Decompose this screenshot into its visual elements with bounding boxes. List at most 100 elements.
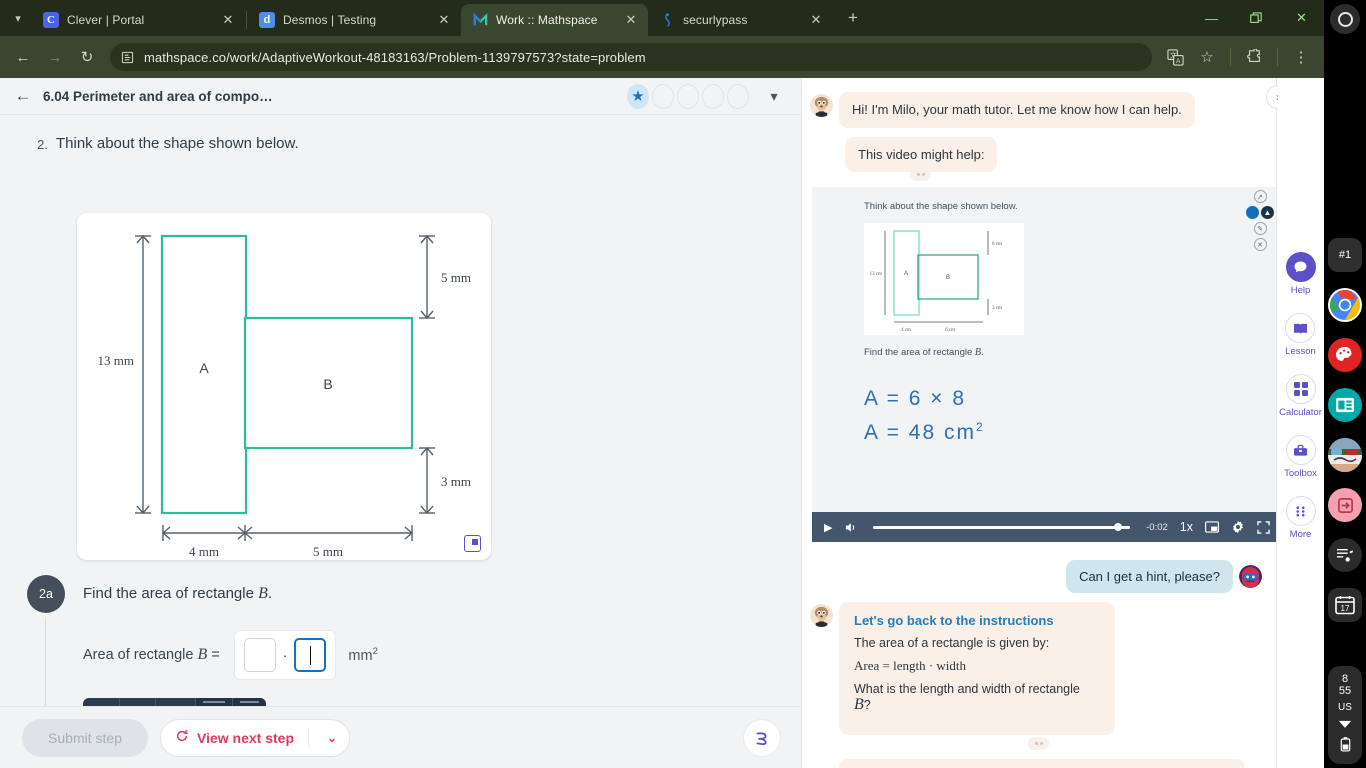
- play-button[interactable]: ▶: [824, 521, 832, 534]
- media-app[interactable]: [1328, 388, 1362, 422]
- chevron-down-icon[interactable]: ⌄: [319, 731, 345, 745]
- playback-rate-button[interactable]: 1x: [1180, 520, 1193, 534]
- chat-bubble: Hi! I'm Milo, your math tutor. Let me kn…: [839, 92, 1195, 128]
- sidebar-item-calculator[interactable]: Calculator: [1279, 374, 1322, 418]
- chat-message-bot: This video might help:: [839, 136, 1262, 173]
- pen-icon[interactable]: ✎: [1253, 222, 1267, 236]
- fullscreen-icon[interactable]: [464, 535, 481, 552]
- back-icon[interactable]: ←: [8, 42, 38, 72]
- d-rbot: 3 mm: [441, 474, 471, 489]
- tab-securlypass[interactable]: securlypass ✕: [648, 4, 833, 36]
- fraction-numerator: a: [247, 705, 253, 706]
- close-button[interactable]: ✕: [1279, 0, 1324, 36]
- star-slot-empty: [677, 83, 699, 109]
- pointer-icon[interactable]: ▲: [1261, 206, 1274, 220]
- video-progress-bar[interactable]: [873, 523, 1131, 532]
- tab-title: securlypass: [683, 13, 748, 27]
- diagram-card: 13 mm 5 mm 3 mm 4 mm 5 mm A B: [77, 213, 491, 560]
- tab-mathspace[interactable]: Work :: Mathspace ✕: [461, 4, 648, 36]
- handwriting-line-2: A = 48 cm2: [864, 420, 985, 445]
- hint-title[interactable]: Let's go back to the instructions: [854, 613, 1100, 628]
- chat-help-icon[interactable]: [1285, 252, 1316, 282]
- clock[interactable]: 8 55: [1339, 673, 1351, 697]
- gear-icon[interactable]: [1231, 520, 1245, 534]
- video-annotation-tools[interactable]: ➚ ▲ ✎ ✕: [1246, 190, 1274, 252]
- refresh-icon: [175, 729, 189, 746]
- brackets-tab[interactable]: ( ): [120, 698, 156, 706]
- record-icon[interactable]: [1246, 206, 1259, 220]
- fullscreen-icon[interactable]: [1257, 520, 1270, 534]
- symbols-tab[interactable]: π ∞ ! √: [156, 698, 197, 706]
- operators-tab[interactable]: + − × ÷: [83, 698, 121, 706]
- forward-icon[interactable]: →: [40, 42, 70, 72]
- chrome-app[interactable]: [1328, 288, 1362, 322]
- assistant-ring-icon[interactable]: [1330, 4, 1360, 34]
- sidebar-item-lesson[interactable]: Lesson: [1285, 313, 1316, 357]
- tutorial-video[interactable]: Think about the shape shown below. 13 cm…: [812, 187, 1278, 543]
- length-input[interactable]: [243, 638, 276, 672]
- sidebar-item-help[interactable]: Help: [1285, 252, 1316, 296]
- chrome-menu-icon[interactable]: ⋮: [1286, 42, 1316, 72]
- progress-knob[interactable]: [1114, 523, 1123, 532]
- back-to-list-button[interactable]: ←: [10, 83, 36, 109]
- playlist-app[interactable]: [1328, 538, 1362, 572]
- chevron-down-icon[interactable]: ▾: [761, 83, 787, 109]
- calendar-app[interactable]: 17: [1328, 588, 1362, 622]
- fraction-glyph: a b: [244, 705, 255, 706]
- login-app[interactable]: [1328, 488, 1362, 522]
- exponent-tab[interactable]: ab: [196, 698, 233, 706]
- submit-step-button[interactable]: Submit step: [22, 718, 148, 757]
- reload-icon[interactable]: ↻: [72, 42, 102, 72]
- input-locale[interactable]: US: [1338, 702, 1352, 713]
- photo-app[interactable]: [1328, 438, 1362, 472]
- sub-question-header: 2a Find the area of rectangle B.: [27, 575, 767, 613]
- handwriting-exponent: 2: [975, 420, 985, 435]
- tab-close-icon[interactable]: ✕: [622, 11, 640, 29]
- d-left: 13 mm: [98, 353, 134, 368]
- translate-icon[interactable]: 文 A: [1160, 42, 1190, 72]
- battery-icon[interactable]: [1340, 737, 1351, 755]
- tab-search-icon[interactable]: ▾: [4, 4, 32, 32]
- prompt-suffix: .: [267, 585, 273, 602]
- answer-input-group[interactable]: ·: [233, 630, 337, 680]
- wifi-icon[interactable]: [1338, 718, 1352, 732]
- hint-line-2: What is the length and width of rectangl…: [854, 682, 1100, 714]
- palette-app[interactable]: [1328, 338, 1362, 372]
- system-status-tray[interactable]: 8 55 US: [1328, 666, 1362, 764]
- address-bar[interactable]: mathspace.co/work/AdaptiveWorkout-481831…: [110, 43, 1152, 71]
- hash-one-app[interactable]: #1: [1328, 238, 1362, 272]
- close-icon[interactable]: ✕: [1253, 238, 1267, 252]
- tab-clever[interactable]: C Clever | Portal ✕: [32, 4, 245, 36]
- minimize-button[interactable]: —: [1189, 0, 1234, 36]
- new-tab-button[interactable]: +: [839, 4, 867, 32]
- tab-close-icon[interactable]: ✕: [435, 11, 453, 29]
- browser-window: ▾ C Clever | Portal ✕ d Desmos | Testing…: [0, 0, 1324, 768]
- tab-close-icon[interactable]: ✕: [219, 11, 237, 29]
- tab-desmos[interactable]: d Desmos | Testing ✕: [248, 4, 461, 36]
- maximize-button[interactable]: [1234, 0, 1279, 36]
- video-controls[interactable]: ▶ -0:02 1x: [812, 512, 1278, 543]
- extensions-icon[interactable]: [1239, 42, 1269, 72]
- clock-minute: 55: [1338, 685, 1352, 697]
- view-next-step-button[interactable]: View next step ⌄: [160, 718, 351, 757]
- volume-icon[interactable]: [844, 521, 857, 534]
- calculator-icon[interactable]: [1285, 374, 1316, 404]
- picture-in-picture-icon[interactable]: [1205, 521, 1219, 533]
- more-dots-icon[interactable]: [1285, 496, 1316, 526]
- mathspace-logo-icon[interactable]: [743, 718, 781, 757]
- width-input[interactable]: [294, 638, 327, 672]
- sidebar-item-toolbox[interactable]: Toolbox: [1284, 435, 1317, 479]
- sidebar-item-more[interactable]: More: [1285, 496, 1316, 540]
- tab-close-icon[interactable]: ✕: [807, 11, 825, 29]
- svg-text:17: 17: [1341, 604, 1350, 613]
- site-info-icon[interactable]: [120, 50, 135, 65]
- record-toggle[interactable]: ▲: [1246, 206, 1274, 220]
- cursor-icon[interactable]: ➚: [1253, 190, 1267, 204]
- book-icon[interactable]: [1285, 313, 1316, 343]
- math-keypad-tabs[interactable]: + − × ÷ ( ) π ∞ ! √: [83, 698, 266, 706]
- video-stage[interactable]: Think about the shape shown below. 13 cm…: [812, 187, 1278, 513]
- ring-glyph: [1337, 11, 1353, 27]
- bookmark-star-icon[interactable]: ☆: [1192, 42, 1222, 72]
- fraction-tab[interactable]: a b: [232, 698, 266, 706]
- toolbox-icon[interactable]: [1285, 435, 1316, 465]
